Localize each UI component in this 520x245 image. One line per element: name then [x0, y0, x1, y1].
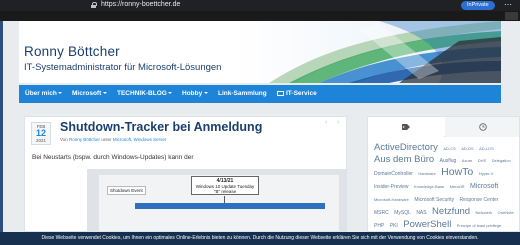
tag-link[interactable]: AD-DS	[461, 146, 473, 151]
nav-item-label: Hobby	[182, 90, 203, 97]
tag-link[interactable]: Microsoft	[470, 183, 498, 190]
main-content: FEB 12 2021 Shutdown-Tracker bei Anmeldu…	[19, 108, 520, 232]
tag-link[interactable]: Response Center	[460, 197, 499, 203]
site-title[interactable]: Ronny Böttcher	[24, 44, 120, 59]
timeline-graphic: Shutdown Event 4/13/21 Windows 10 Update…	[99, 175, 339, 231]
shutdown-event-label: Shutdown Event	[107, 186, 146, 195]
nav-item-ueber-mich[interactable]: Über mich	[25, 85, 63, 103]
tag-link[interactable]: MSRC	[374, 210, 389, 216]
post-excerpt: Bei Neustarts (bspw. durch Windows-Updat…	[32, 154, 194, 161]
tag-link[interactable]: AD-CS	[443, 146, 455, 151]
tag-link[interactable]: ActiveDirectory	[374, 142, 438, 153]
tag-link[interactable]: PHP	[374, 223, 384, 229]
tag-link[interactable]: Microsoft-Hardware	[374, 197, 409, 202]
sidebar-widget: ActiveDirectory AD-CS AD-DS AD-LDS Aus d…	[367, 116, 520, 232]
nav-item-hobby[interactable]: Hobby	[182, 85, 208, 103]
post-card: FEB 12 2021 Shutdown-Tracker bei Anmeldu…	[24, 116, 347, 232]
page-edge-strip	[0, 11, 3, 232]
post-title[interactable]: Shutdown-Tracker bei Anmeldung	[60, 120, 262, 134]
tag-link[interactable]: Prinzipe of least privilege	[457, 223, 501, 228]
tag-link[interactable]: PowerShell	[403, 219, 451, 230]
top-bar	[0, 11, 520, 21]
site-description: IT-Systemadministrator für Microsoft-Lös…	[24, 62, 222, 73]
clock-icon	[479, 123, 487, 131]
sidebar-tabs	[368, 117, 519, 137]
tag-link[interactable]: Netzfund	[432, 206, 470, 217]
chevron-down-icon	[58, 92, 63, 95]
post-date-day: 12	[35, 128, 46, 138]
site-header: Ronny Böttcher IT-Systemadministrator fü…	[19, 21, 501, 83]
tag-link[interactable]: Ausflug	[440, 158, 457, 164]
tag-link[interactable]: DHS	[478, 158, 486, 163]
nav-item-label: TECHNIK-BLOG	[117, 90, 167, 97]
tag-link[interactable]: PKI	[390, 223, 398, 229]
lock-icon	[91, 2, 97, 8]
tag-link[interactable]: Insider-Preview	[374, 184, 408, 190]
previous-post-icon[interactable]: ‹	[325, 119, 327, 126]
category-link-windows-server[interactable]: Windows Server	[134, 137, 167, 142]
callout-line-2: "B" release	[213, 189, 237, 194]
category-link-microsoft[interactable]: Microsoft	[113, 137, 131, 142]
tag-icon	[402, 124, 410, 130]
release-callout: 4/13/21 Windows 10 Update Tuesday "B" re…	[191, 176, 259, 195]
timeline-bar	[135, 203, 325, 209]
post-image: Shutdown Event 4/13/21 Windows 10 Update…	[87, 169, 346, 231]
meta-middle: unter	[101, 137, 112, 142]
more-options-icon[interactable]: ⋯	[504, 0, 512, 10]
meta-prefix: Von	[60, 137, 68, 142]
tag-link[interactable]: Hardware	[418, 171, 435, 176]
nav-item-microsoft[interactable]: Microsoft	[72, 85, 107, 103]
tag-link[interactable]: DomainController	[374, 171, 413, 177]
tab-tags[interactable]	[368, 117, 444, 137]
chevron-down-icon	[102, 92, 107, 95]
tab-recent[interactable]	[445, 117, 519, 137]
nav-item-technik-blog[interactable]: TECHNIK-BLOG	[117, 85, 173, 103]
browser-toolbar: https://ronny-boettcher.de InPrivate ⋯	[0, 0, 520, 11]
tag-link[interactable]: MerciüR	[450, 184, 465, 189]
tag-link[interactable]: OneNote	[498, 210, 514, 215]
nav-item-link-sammlung[interactable]: Link-Sammlung	[218, 85, 267, 103]
tag-link[interactable]: Microsoft Security	[414, 197, 454, 203]
tag-link[interactable]: Knowledge-Base	[414, 184, 444, 189]
next-post-icon[interactable]: ›	[337, 119, 339, 126]
tag-link[interactable]: Aus dem Büro	[374, 154, 434, 165]
chevron-down-icon	[168, 92, 173, 95]
tag-link[interactable]: Netzwerk	[476, 210, 493, 215]
search-icon[interactable]	[505, 12, 518, 20]
nav-item-it-service[interactable]: IT-Service	[277, 85, 317, 103]
tag-link[interactable]: Delegation	[492, 158, 511, 163]
tag-link[interactable]: NAS	[416, 210, 426, 216]
main-navigation: Über mich Microsoft TECHNIK-BLOG Hobby L…	[19, 85, 501, 103]
cookie-notice: Diese Webseite verwendet Cookies, um Ihn…	[0, 232, 520, 245]
nav-item-label: Über mich	[25, 90, 57, 97]
post-date-year: 2021	[35, 138, 46, 143]
nav-item-label: Link-Sammlung	[218, 90, 267, 97]
tag-link[interactable]: Azure	[462, 158, 472, 163]
post-meta: Von Ronny Böttcher unter Microsoft, Wind…	[60, 137, 167, 142]
callout-connector	[224, 196, 225, 203]
chevron-down-icon	[203, 92, 208, 95]
post-date-badge: FEB 12 2021	[31, 122, 51, 145]
address-bar[interactable]: https://ronny-boettcher.de	[101, 1, 180, 8]
tag-link[interactable]: Hyper-V	[479, 171, 494, 176]
tag-cloud: ActiveDirectory AD-CS AD-DS AD-LDS Aus d…	[374, 141, 519, 231]
tag-link[interactable]: AD-LDS	[479, 146, 494, 151]
monitor-icon	[277, 90, 284, 96]
inprivate-badge[interactable]: InPrivate	[461, 1, 495, 10]
author-link[interactable]: Ronny Böttcher	[69, 137, 100, 142]
tag-link[interactable]: MySQL	[394, 210, 411, 216]
tag-link[interactable]: HowTo	[441, 166, 473, 178]
nav-item-label: IT-Service	[286, 90, 317, 97]
nav-item-label: Microsoft	[72, 90, 102, 97]
